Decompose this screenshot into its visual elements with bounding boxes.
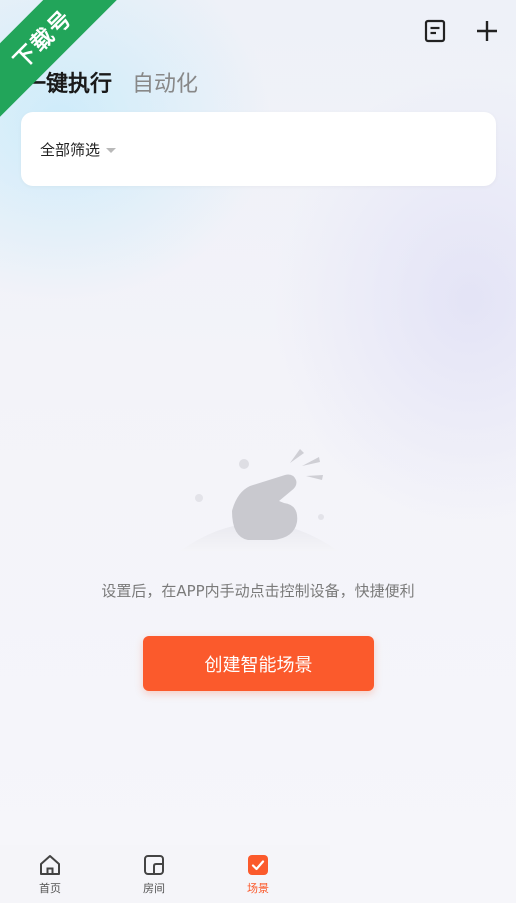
nav-item-home[interactable]: 首页 [20, 853, 80, 896]
filter-dropdown[interactable]: 全部筛选 [40, 139, 117, 160]
room-icon [144, 855, 164, 875]
tab-automation[interactable]: 自动化 [132, 66, 198, 98]
filter-label: 全部筛选 [40, 141, 101, 159]
bottom-nav: 首页 房间 场景 [0, 845, 330, 903]
tab-bar: 一键执行 自动化 [24, 66, 198, 98]
empty-state-message: 设置后，在APP内手动点击控制设备，快捷便利 [101, 582, 415, 600]
scene-icon [248, 855, 268, 875]
top-toolbar [422, 18, 500, 44]
tap-hand-illustration [180, 449, 338, 551]
nav-item-scene[interactable]: 场景 [228, 853, 288, 896]
nav-label-scene: 场景 [247, 882, 269, 895]
nav-label-room: 房间 [143, 882, 165, 895]
list-icon[interactable] [422, 18, 448, 44]
home-icon [40, 855, 60, 875]
plus-icon[interactable] [474, 18, 500, 44]
filter-card: 全部筛选 [21, 112, 496, 186]
caret-down-icon [106, 148, 117, 153]
create-scene-button[interactable]: 创建智能场景 [143, 636, 374, 691]
nav-item-room[interactable]: 房间 [124, 853, 184, 896]
nav-label-home: 首页 [39, 882, 61, 895]
